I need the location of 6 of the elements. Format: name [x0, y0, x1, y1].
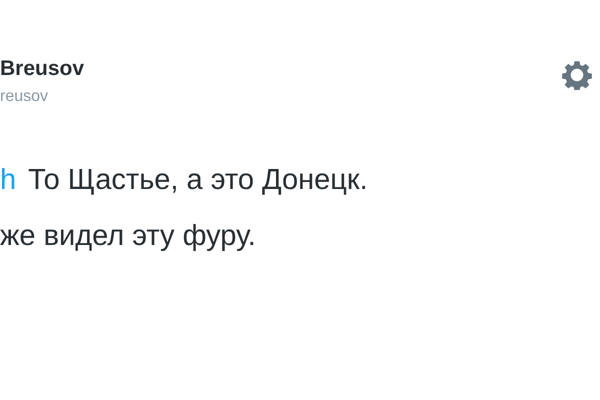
settings-icon[interactable] — [562, 60, 592, 90]
author-name[interactable]: Breusov — [0, 56, 84, 82]
tweet-text: То Щастье, а это Донецк. — [28, 163, 368, 198]
author-handle[interactable]: reusov — [0, 86, 84, 108]
mention-link[interactable]: h — [0, 152, 16, 208]
tweet-text: же видел эту фуру. — [0, 219, 257, 254]
